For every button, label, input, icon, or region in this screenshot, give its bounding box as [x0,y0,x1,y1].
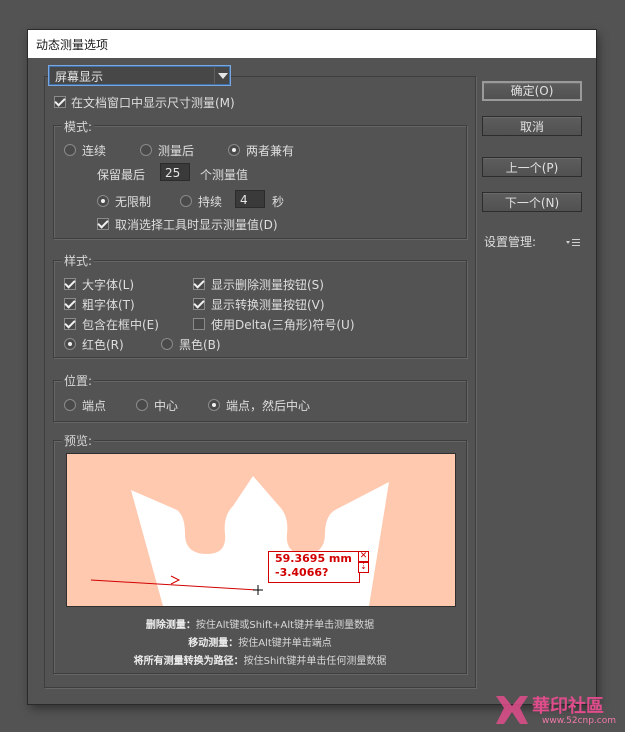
style-group-label: 样式: [62,252,95,269]
bold-font-checkbox[interactable] [64,298,76,310]
position-group-label: 位置: [62,372,95,389]
duration-input[interactable]: 4 [235,190,265,208]
keep-last-input[interactable]: 25 [160,163,190,181]
measure-angle: -3.4066? [275,566,329,579]
list-menu-icon[interactable] [566,236,580,246]
position-center-radio[interactable] [136,399,148,411]
duration-unlimited-radio[interactable] [97,195,109,207]
position-option-label: 端点 [82,399,107,413]
instruction-line: 移动测量：按住Alt键并单击端点 [188,638,332,649]
mode-continuous-radio[interactable] [64,144,76,156]
preset-label: 设置管理: [484,235,537,249]
position-endpoint-then-center-radio[interactable] [208,399,220,411]
measure-distance: 59.3695 mm [275,552,352,565]
in-frame-label: 包含在框中(E) [82,318,159,332]
large-font-label: 大字体(L) [82,278,135,292]
position-option-label: 端点，然后中心 [226,399,311,413]
bold-font-label: 粗字体(T) [82,298,135,312]
previous-button[interactable]: 上一个(P) [482,157,582,177]
crown-shape-icon [90,476,389,606]
duration-unit: 秒 [272,195,285,209]
in-frame-checkbox[interactable] [64,318,76,330]
mode-after-radio[interactable] [140,144,152,156]
title-bar[interactable]: 动态测量选项 [28,30,596,58]
position-endpoint-radio[interactable] [64,399,76,411]
keep-last-suffix: 个测量值 [200,168,249,182]
color-red-radio[interactable] [64,338,76,350]
deselect-show-label: 取消选择工具时显示测量值(D) [115,218,278,232]
preview-group-label: 预览: [62,432,95,449]
window-title: 动态测量选项 [36,38,109,52]
measurement-label-box[interactable]: 59.3695 mm -3.4066? [268,551,360,583]
large-font-checkbox[interactable] [64,278,76,290]
mode-both-radio[interactable] [228,144,240,156]
duration-option-label: 无限制 [115,195,152,209]
show-in-window-checkbox[interactable] [54,96,66,108]
color-option-label: 黑色(B) [179,338,221,352]
use-delta-checkbox[interactable] [193,318,205,330]
close-icon[interactable]: ✕ [358,551,369,562]
display-mode-dropdown[interactable]: 屏幕显示 [48,65,231,86]
show-delete-checkbox[interactable] [193,278,205,290]
show-convert-label: 显示转换测量按钮(V) [211,298,325,312]
mode-group-label: 模式: [62,118,95,135]
use-delta-label: 使用Delta(三角形)符号(U) [211,318,355,332]
show-in-window-label: 在文档窗口中显示尺寸测量(M) [71,96,235,110]
ok-button[interactable]: 确定(O) [482,81,582,101]
duration-timed-radio[interactable] [180,195,192,207]
mode-option-label: 连续 [82,144,107,158]
display-mode-value: 屏幕显示 [55,70,104,84]
instruction-line: 删除测量：按住Alt键或Shift+Alt键并单击测量数据 [145,620,375,631]
duration-option-label: 持续 [198,195,223,209]
chevron-down-icon [214,66,230,85]
watermark-brand: 華印社區 [532,696,604,717]
color-black-radio[interactable] [161,338,173,350]
deselect-show-checkbox[interactable] [97,218,109,230]
mode-option-label: 测量后 [158,144,195,158]
next-button[interactable]: 下一个(N) [482,192,582,212]
position-option-label: 中心 [154,399,179,413]
preview-canvas [66,453,456,607]
watermark-url: www.52cnp.com [542,716,617,726]
convert-icon[interactable]: ⇣ [358,562,369,573]
instruction-line: 将所有测量转换为路径：按住Shift键并单击任何测量数据 [133,656,387,667]
mode-option-label: 两者兼有 [246,144,295,158]
cancel-button[interactable]: 取消 [482,116,582,136]
keep-last-prefix: 保留最后 [97,168,146,182]
watermark-logo: 華印社區 www.52cnp.com [492,690,622,730]
show-convert-checkbox[interactable] [193,298,205,310]
color-option-label: 红色(R) [82,338,124,352]
show-delete-label: 显示删除测量按钮(S) [211,278,324,292]
